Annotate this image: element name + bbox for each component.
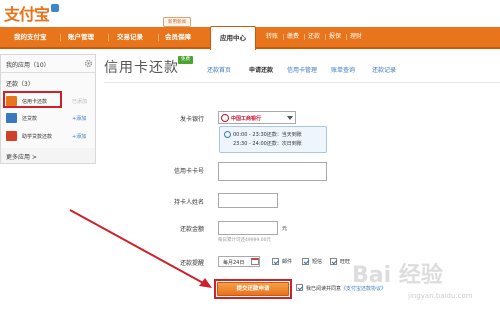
watermark: Bai 经验 xyxy=(352,263,443,288)
watermark-url: jingyan.baidu.com xyxy=(408,292,473,300)
